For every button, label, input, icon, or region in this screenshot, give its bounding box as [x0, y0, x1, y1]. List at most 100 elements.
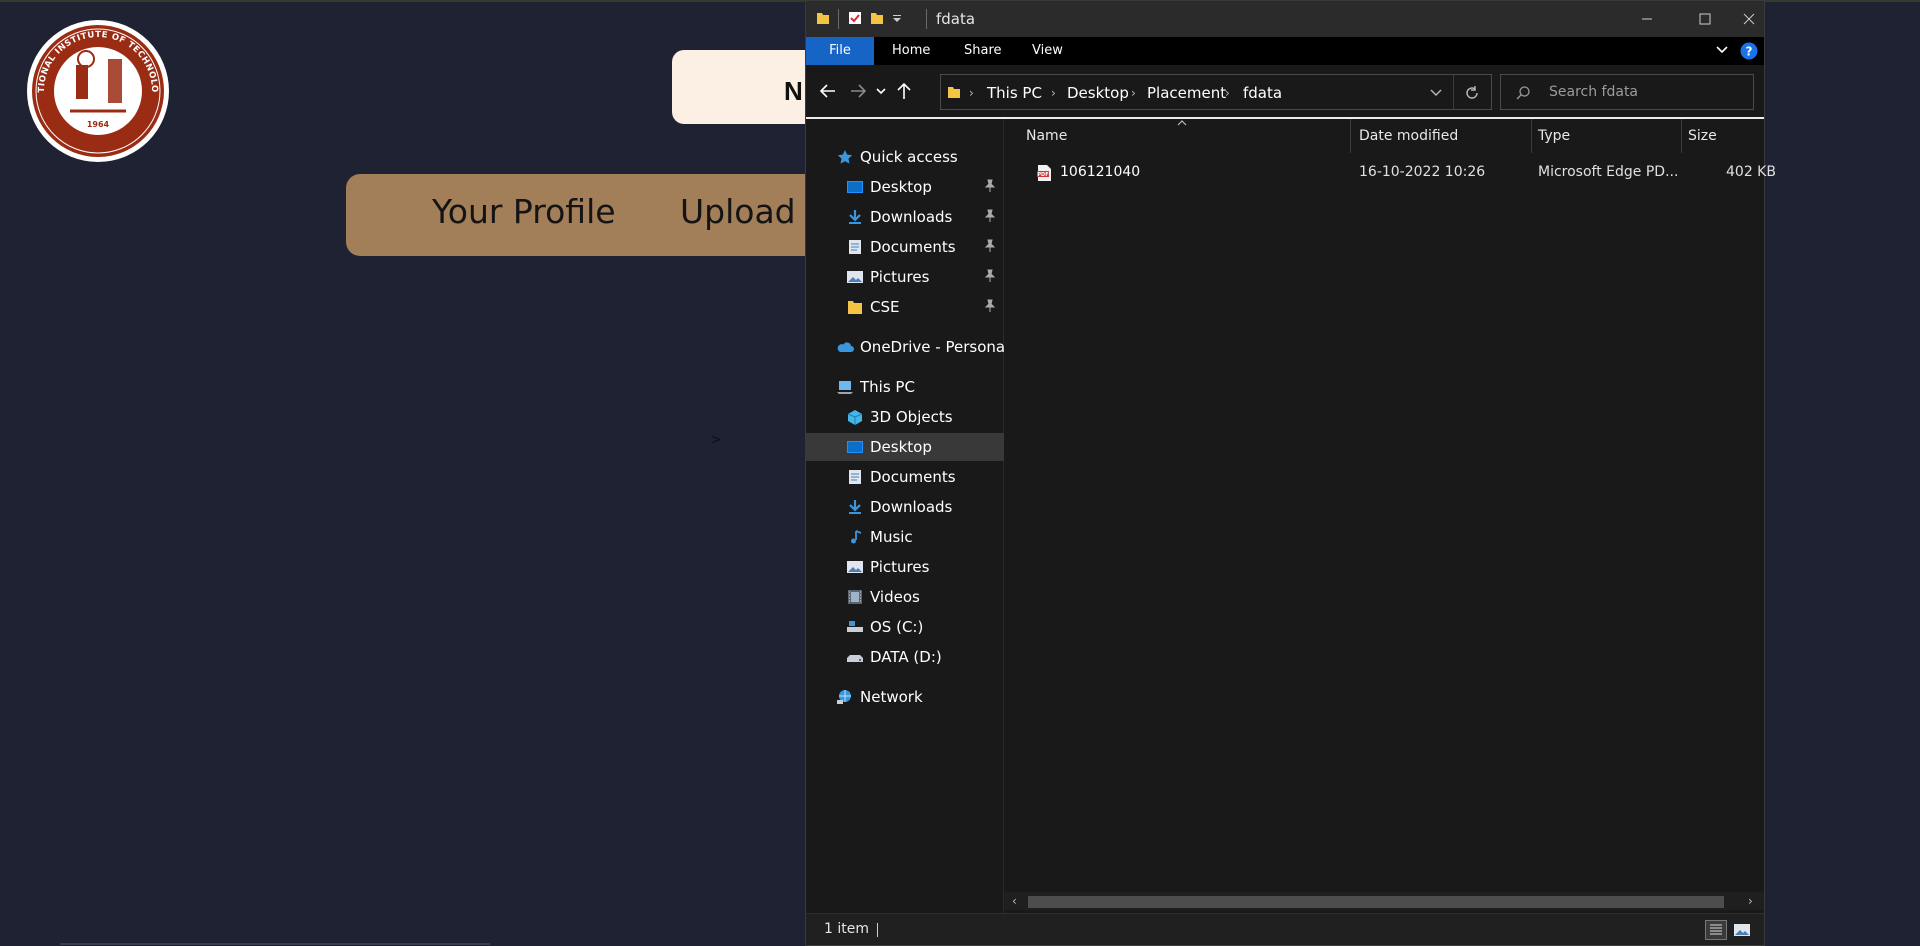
nav-label: Desktop [870, 178, 932, 196]
nav-label: DATA (D:) [870, 648, 942, 666]
nav-this-pc[interactable]: This PC [806, 373, 1004, 401]
column-separator[interactable] [1531, 119, 1532, 153]
file-list-pane: Name Date modified Type Size PDF 1061210… [1004, 119, 1776, 913]
network-icon [837, 690, 851, 704]
title-bar[interactable]: fdata [806, 1, 1764, 37]
nit-trichy-logo: NATIONAL INSTITUTE OF TECHNOLOGY TIRUCHI… [22, 12, 170, 163]
desktop-icon [847, 181, 863, 193]
pin-icon[interactable] [983, 179, 997, 193]
nav-data-d[interactable]: DATA (D:) [806, 643, 1004, 671]
maximize-button[interactable] [1676, 1, 1734, 37]
pin-icon[interactable] [983, 299, 997, 313]
address-separator [1453, 75, 1454, 109]
file-row[interactable]: PDF 106121040 16-10-2022 10:26 Microsoft… [1004, 159, 1776, 187]
banner-text: N [784, 76, 803, 106]
navigation-pane: Quick access Desktop Downloads Documents… [806, 119, 1009, 913]
tab-view[interactable]: View [1016, 37, 1079, 65]
nav-qa-downloads[interactable]: Downloads [806, 203, 1004, 231]
new-folder-icon[interactable] [870, 11, 884, 25]
help-icon[interactable]: ? [1740, 42, 1758, 60]
column-separator[interactable] [1350, 119, 1351, 153]
folder-icon [817, 13, 829, 24]
refresh-icon[interactable] [1463, 84, 1481, 102]
nav-music[interactable]: Music [806, 523, 1004, 551]
nav-documents[interactable]: Documents [806, 463, 1004, 491]
minimize-icon [1642, 18, 1652, 20]
address-bar[interactable]: › This PC › Desktop › Placement › fdata [940, 74, 1492, 110]
item-count: 1 item [824, 921, 869, 937]
search-placeholder: Search fdata [1549, 84, 1639, 100]
tab-share[interactable]: Share [948, 37, 1018, 65]
scroll-right-icon[interactable]: › [1748, 894, 1753, 908]
chevron-right-icon[interactable]: › [1051, 86, 1056, 100]
column-header-name[interactable]: Name [1026, 128, 1067, 144]
tab-home[interactable]: Home [876, 37, 946, 65]
file-name: 106121040 [1060, 164, 1141, 180]
details-view-icon[interactable] [1705, 920, 1727, 940]
close-icon [1743, 13, 1755, 25]
pin-icon[interactable] [983, 239, 997, 253]
nav-3d-objects[interactable]: 3D Objects [806, 403, 1004, 431]
breadcrumb-fdata[interactable]: fdata [1243, 84, 1282, 102]
breadcrumb-desktop[interactable]: Desktop [1067, 84, 1129, 102]
3d-objects-icon [847, 410, 863, 425]
forward-arrow-icon[interactable] [846, 79, 870, 103]
nav-os-c[interactable]: OS (C:) [806, 613, 1004, 641]
nav-network[interactable]: Network [806, 683, 1004, 711]
nav-desktop[interactable]: Desktop [806, 433, 1004, 461]
horizontal-scrollbar[interactable]: ‹ › [1004, 892, 1764, 910]
qa-separator [838, 9, 839, 29]
folder-icon [948, 87, 960, 98]
sort-ascending-icon [1177, 120, 1187, 126]
column-header-date[interactable]: Date modified [1359, 128, 1458, 144]
folder-icon [848, 301, 862, 314]
expand-ribbon-icon[interactable] [1714, 42, 1730, 58]
nav-videos[interactable]: Videos [806, 583, 1004, 611]
back-arrow-icon[interactable] [816, 79, 840, 103]
minimize-button[interactable] [1618, 1, 1676, 37]
customize-qat-icon[interactable] [892, 13, 902, 23]
status-separator [877, 923, 878, 937]
scroll-left-icon[interactable]: ‹ [1012, 894, 1017, 908]
pin-icon[interactable] [983, 269, 997, 283]
chevron-right-icon[interactable]: › [1225, 86, 1230, 100]
breadcrumb-placement[interactable]: Placement [1147, 84, 1226, 102]
nav-qa-documents[interactable]: Documents [806, 233, 1004, 261]
nav-label: OneDrive - Personal [860, 338, 1010, 356]
chevron-down-icon[interactable] [1429, 87, 1443, 99]
nav-qa-desktop[interactable]: Desktop [806, 173, 1004, 201]
svg-text:?: ? [1746, 45, 1753, 59]
svg-text:PDF: PDF [1037, 172, 1048, 178]
nav-downloads[interactable]: Downloads [806, 493, 1004, 521]
pin-icon[interactable] [983, 209, 997, 223]
column-header-size[interactable]: Size [1688, 128, 1717, 144]
window-title: fdata [936, 10, 976, 28]
nav-qa-cse[interactable]: CSE [806, 293, 1004, 321]
tab-file[interactable]: File [806, 37, 874, 65]
pictures-icon [847, 561, 863, 573]
column-separator[interactable] [1681, 119, 1682, 153]
nav-pictures[interactable]: Pictures [806, 553, 1004, 581]
nav-onedrive[interactable]: OneDrive - Personal [806, 333, 1009, 361]
logo-year: 1964 [87, 120, 110, 129]
properties-icon[interactable] [848, 11, 862, 25]
chevron-right-icon: › [969, 86, 974, 100]
close-button[interactable] [1734, 1, 1764, 37]
chevron-right-icon[interactable]: › [1131, 86, 1136, 100]
up-arrow-icon[interactable] [892, 79, 916, 103]
nav-your-profile[interactable]: Your Profile [432, 192, 616, 231]
nav-qa-pictures[interactable]: Pictures [806, 263, 1004, 291]
large-icons-view-icon[interactable] [1731, 920, 1753, 940]
nav-label: 3D Objects [870, 408, 953, 426]
onedrive-cloud-icon [837, 342, 854, 352]
nav-label: CSE [870, 298, 900, 316]
ribbon-tabs: File Home Share View ? [806, 37, 1764, 65]
breadcrumb-this-pc[interactable]: This PC [987, 84, 1042, 102]
nav-quick-access[interactable]: Quick access [806, 143, 1004, 171]
column-header-type[interactable]: Type [1538, 128, 1570, 144]
recent-locations-icon[interactable] [874, 79, 888, 103]
nav-upload[interactable]: Upload I [680, 192, 816, 231]
drive-d-icon [847, 655, 863, 662]
scrollbar-thumb[interactable] [1028, 896, 1724, 908]
search-box[interactable]: Search fdata [1500, 74, 1754, 110]
